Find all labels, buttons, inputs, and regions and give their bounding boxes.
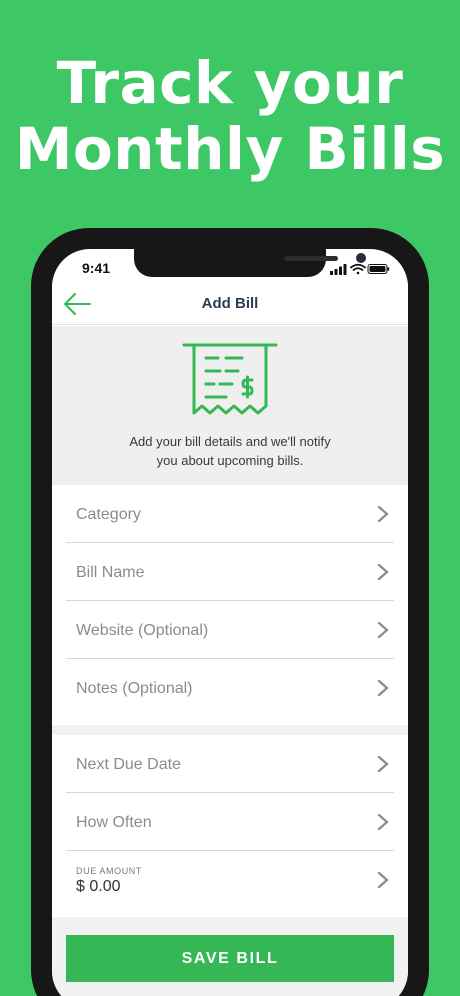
wifi-icon xyxy=(350,263,366,275)
notes-label: Notes (Optional) xyxy=(76,680,193,697)
chevron-right-icon xyxy=(377,813,389,831)
marketing-headline: Track your Monthly Bills xyxy=(0,50,460,182)
chevron-right-icon xyxy=(377,621,389,639)
hero-text-line-1: Add your bill details and we'll notify xyxy=(129,434,331,449)
phone-screen: 9:41 Add Bill Add your bill details and … xyxy=(52,249,408,996)
due-amount-value[interactable]: $ 0.00 xyxy=(76,878,120,896)
bill-name-label: Bill Name xyxy=(76,564,145,581)
status-icons xyxy=(330,262,390,280)
chevron-right-icon xyxy=(377,679,389,697)
headline-line-1: Track your xyxy=(56,49,404,117)
save-bill-button[interactable]: SAVE BILL xyxy=(66,935,394,982)
phone-notch xyxy=(134,249,366,277)
website-label: Website (Optional) xyxy=(76,622,209,639)
receipt-dollar-icon xyxy=(182,343,278,415)
speaker-grille xyxy=(284,256,338,261)
hero-text-line-2: you about upcoming bills. xyxy=(156,453,304,468)
bill-name-row[interactable]: Bill Name xyxy=(66,543,394,601)
nav-bar: Add Bill xyxy=(52,283,408,325)
category-row[interactable]: Category xyxy=(66,485,394,543)
next-due-date-row[interactable]: Next Due Date xyxy=(66,735,394,793)
page-title: Add Bill xyxy=(201,295,259,312)
chevron-right-icon xyxy=(377,505,389,523)
signal-icon xyxy=(330,264,347,275)
how-often-row[interactable]: How Often xyxy=(66,793,394,851)
category-label: Category xyxy=(76,506,141,523)
chevron-right-icon xyxy=(377,871,389,889)
status-time: 9:41 xyxy=(82,260,111,276)
battery-icon xyxy=(367,264,390,274)
how-often-label: How Often xyxy=(76,814,152,831)
chevron-right-icon xyxy=(377,563,389,581)
due-amount-label: DUE AMOUNT xyxy=(76,866,143,876)
hero-description: Add your bill details and we'll notify y… xyxy=(52,432,408,470)
chevron-right-icon xyxy=(377,755,389,773)
next-due-date-label: Next Due Date xyxy=(76,756,181,773)
due-amount-row[interactable]: DUE AMOUNT $ 0.00 xyxy=(66,851,394,909)
website-row[interactable]: Website (Optional) xyxy=(66,601,394,659)
notes-row[interactable]: Notes (Optional) xyxy=(66,659,394,717)
section-divider xyxy=(52,725,408,735)
hero-section: Add your bill details and we'll notify y… xyxy=(52,326,408,485)
headline-line-2: Monthly Bills xyxy=(14,115,446,183)
